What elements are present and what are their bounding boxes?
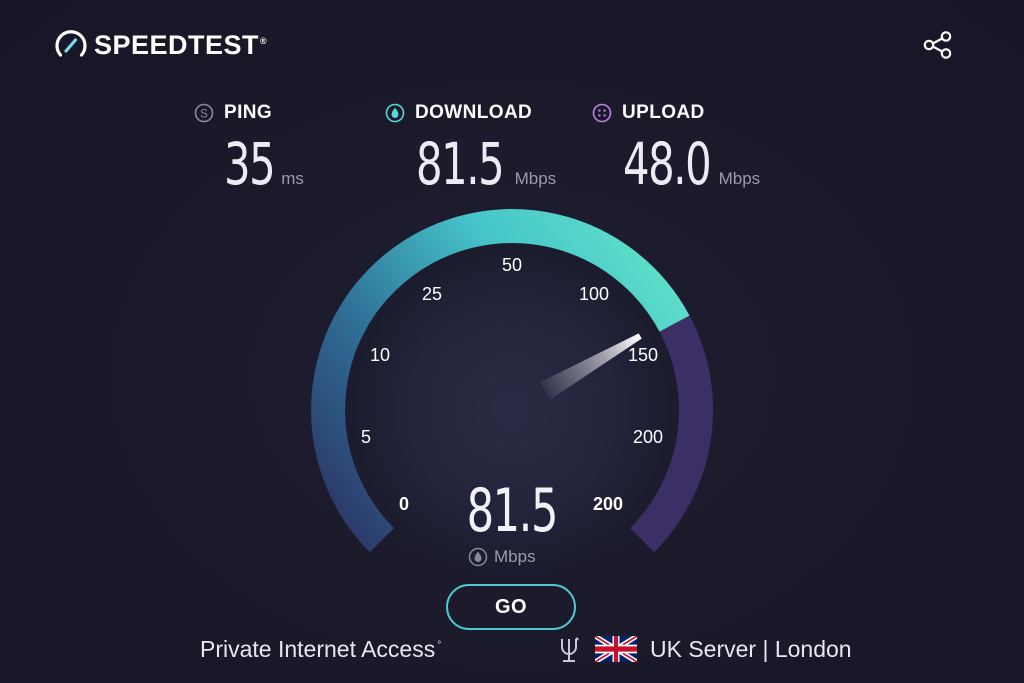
ping-label: PING [224,102,273,123]
gauge-scale-label: 150 [628,345,658,365]
current-speed-value: 81.5 [466,476,559,546]
ping-stat: S PING 35 ms [194,100,304,198]
download-label: DOWNLOAD [415,102,533,123]
download-unit: Mbps [514,169,557,188]
upload-unit: Mbps [718,169,761,188]
speedtest-logo[interactable]: SPEEDTEST® [54,27,267,63]
isp-name[interactable]: Private Internet Access ° [200,636,441,663]
speedtest-app: SPEEDTEST® S PING 35 ms DOWNLOAD 81.5 Mb… [0,0,1024,683]
ping-icon: S [194,103,214,123]
ping-value: 35 [224,130,276,198]
download-icon [385,103,405,123]
gauge-scale-label: 100 [579,284,609,304]
logo-text: SPEEDTEST® [94,29,268,60]
share-button[interactable] [922,30,954,60]
current-speed-unit-label: Mbps [494,547,536,566]
gauge-scale-label: 200 [633,427,663,447]
gauge-scale-label: 5 [361,427,371,447]
gauge-scale-label: 0 [399,494,409,514]
gauge-arc-remaining [629,315,714,553]
speedometer-icon [55,30,87,57]
current-speed-unit: Mbps [468,546,536,568]
download-icon [468,547,488,567]
go-button-label: GO [494,595,528,618]
go-button[interactable]: GO [446,584,576,630]
server-icon [561,637,579,662]
logo-trademark: ® [260,35,268,46]
upload-value: 48.0 [623,130,712,198]
download-stat: DOWNLOAD 81.5 Mbps [385,100,556,198]
isp-mark: ° [437,640,442,652]
uk-flag-icon [595,636,637,662]
server-name[interactable]: UK Server | London [650,636,852,663]
share-icon [923,31,952,59]
upload-icon [592,103,612,123]
upload-label: UPLOAD [622,102,705,123]
gauge-needle-pointer [539,333,642,400]
download-value: 81.5 [416,130,505,198]
gauge-scale-label: 10 [370,345,390,365]
gauge-needle [539,333,642,400]
gauge-scale-label: 50 [502,255,522,275]
svg-text:S: S [200,108,208,120]
upload-stat: UPLOAD 48.0 Mbps [592,100,760,198]
ping-unit: ms [281,169,304,188]
gauge-scale-label: 25 [422,284,442,304]
